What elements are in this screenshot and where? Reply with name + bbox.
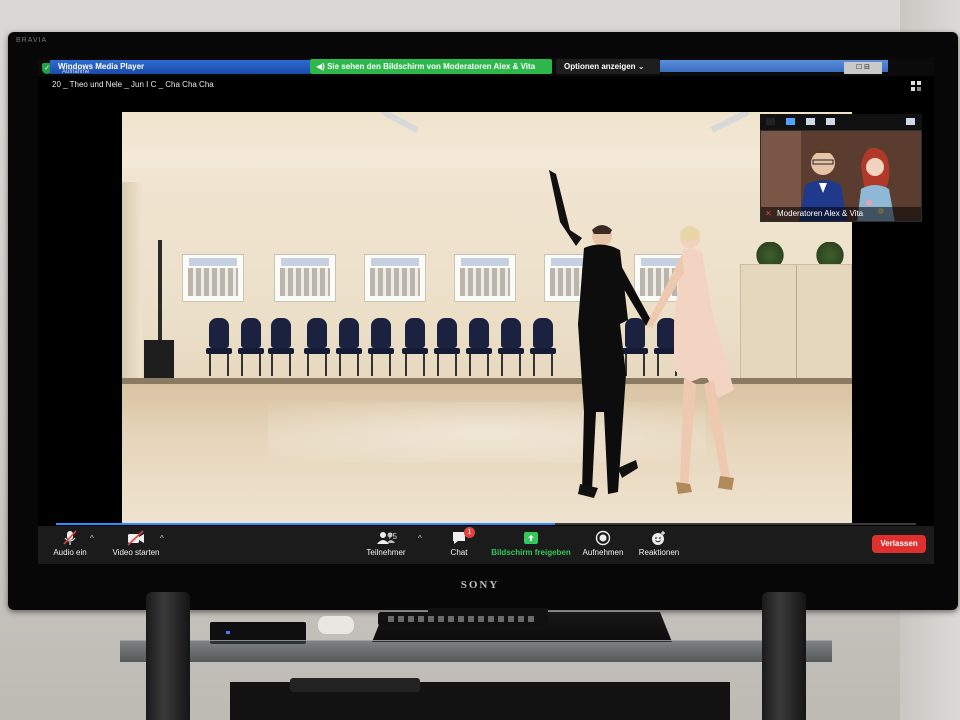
meeting-toolbar: Audio ein ^ Video starten ^ 75 Teilnehme… (38, 526, 934, 564)
tile-option[interactable] (766, 118, 775, 125)
gallery-toolbar (760, 114, 922, 130)
participants-count: 75 (388, 532, 397, 541)
participant-name: Moderatoren Alex & Vita (777, 209, 864, 218)
share-screen-icon (524, 532, 538, 544)
title-bar-strip: ☐ ⊟ (660, 60, 888, 74)
view-options-label: Optionen anzeigen (564, 62, 636, 71)
shelf-post (146, 592, 190, 720)
chat-badge: 1 (464, 527, 475, 538)
tile-option[interactable] (826, 118, 835, 125)
white-remote (318, 616, 354, 634)
audio-options-chevron-icon[interactable]: ^ (90, 534, 94, 543)
chat-label: Chat (450, 548, 468, 557)
video-button[interactable]: Video starten (108, 530, 164, 557)
tv-brand-corner: BRAVIA (16, 37, 48, 44)
layout-icon[interactable] (910, 80, 922, 92)
share-screen-button[interactable]: Bildschirm freigeben (490, 530, 572, 557)
audio-button[interactable]: Audio ein (50, 530, 90, 557)
video-progress[interactable] (56, 523, 916, 525)
female-dancer (646, 226, 734, 494)
glass-shelf (120, 640, 832, 662)
participants-button[interactable]: 75 Teilnehmer (360, 530, 412, 557)
shelf-post (762, 592, 806, 720)
lower-remote (290, 678, 420, 692)
tv-brand-logo: SONY (460, 579, 500, 591)
video-off-icon (127, 530, 144, 546)
video-title: 20 _ Theo und Nele _ Jun I C _ Cha Cha C… (52, 80, 214, 89)
record-button[interactable]: Aufnehmen (580, 530, 626, 557)
audio-label: Audio ein (53, 548, 87, 557)
recording-label: Aufnahme (62, 69, 90, 75)
shared-video[interactable] (122, 112, 852, 524)
sharing-text: Sie sehen den Bildschirm von Moderatoren… (327, 62, 536, 71)
speaker-icon: ◀) (316, 62, 325, 71)
tile-option[interactable] (806, 118, 815, 125)
mic-off-icon: ✕ (765, 209, 772, 218)
participants-label: Teilnehmer (366, 548, 406, 557)
chevron-down-icon: ⌄ (637, 62, 645, 71)
participant-tile[interactable]: ✕ Moderatoren Alex & Vita (760, 130, 922, 222)
zoom-screen: ✓ Windows Media Player Aufnahme ◀) Sie s… (38, 58, 934, 564)
leave-button[interactable]: Verlassen (872, 535, 926, 553)
tile-option[interactable] (906, 118, 915, 125)
share-screen-label: Bildschirm freigeben (491, 548, 571, 557)
video-progress-fill (56, 523, 555, 525)
reactions-button[interactable]: Reaktionen (636, 530, 682, 557)
participant-name-bar: ✕ Moderatoren Alex & Vita (761, 207, 921, 221)
window-controls[interactable]: ☐ ⊟ (844, 62, 882, 74)
video-options-chevron-icon[interactable]: ^ (160, 534, 164, 543)
dancers (549, 170, 734, 498)
view-options-button[interactable]: Optionen anzeigen ⌄ (556, 59, 660, 74)
record-icon (595, 530, 611, 546)
mic-off-icon (63, 530, 77, 545)
black-remote (378, 612, 548, 626)
participants-chevron-icon[interactable]: ^ (418, 534, 422, 543)
tile-option[interactable] (786, 118, 795, 125)
chat-button[interactable]: 1 Chat (444, 527, 475, 557)
video-label: Video starten (112, 548, 160, 557)
record-label: Aufnehmen (582, 548, 624, 557)
reactions-label: Reaktionen (638, 548, 680, 557)
reactions-icon (652, 531, 665, 545)
male-dancer (549, 170, 652, 498)
sharing-banner: ◀) Sie sehen den Bildschirm von Moderato… (310, 59, 552, 74)
